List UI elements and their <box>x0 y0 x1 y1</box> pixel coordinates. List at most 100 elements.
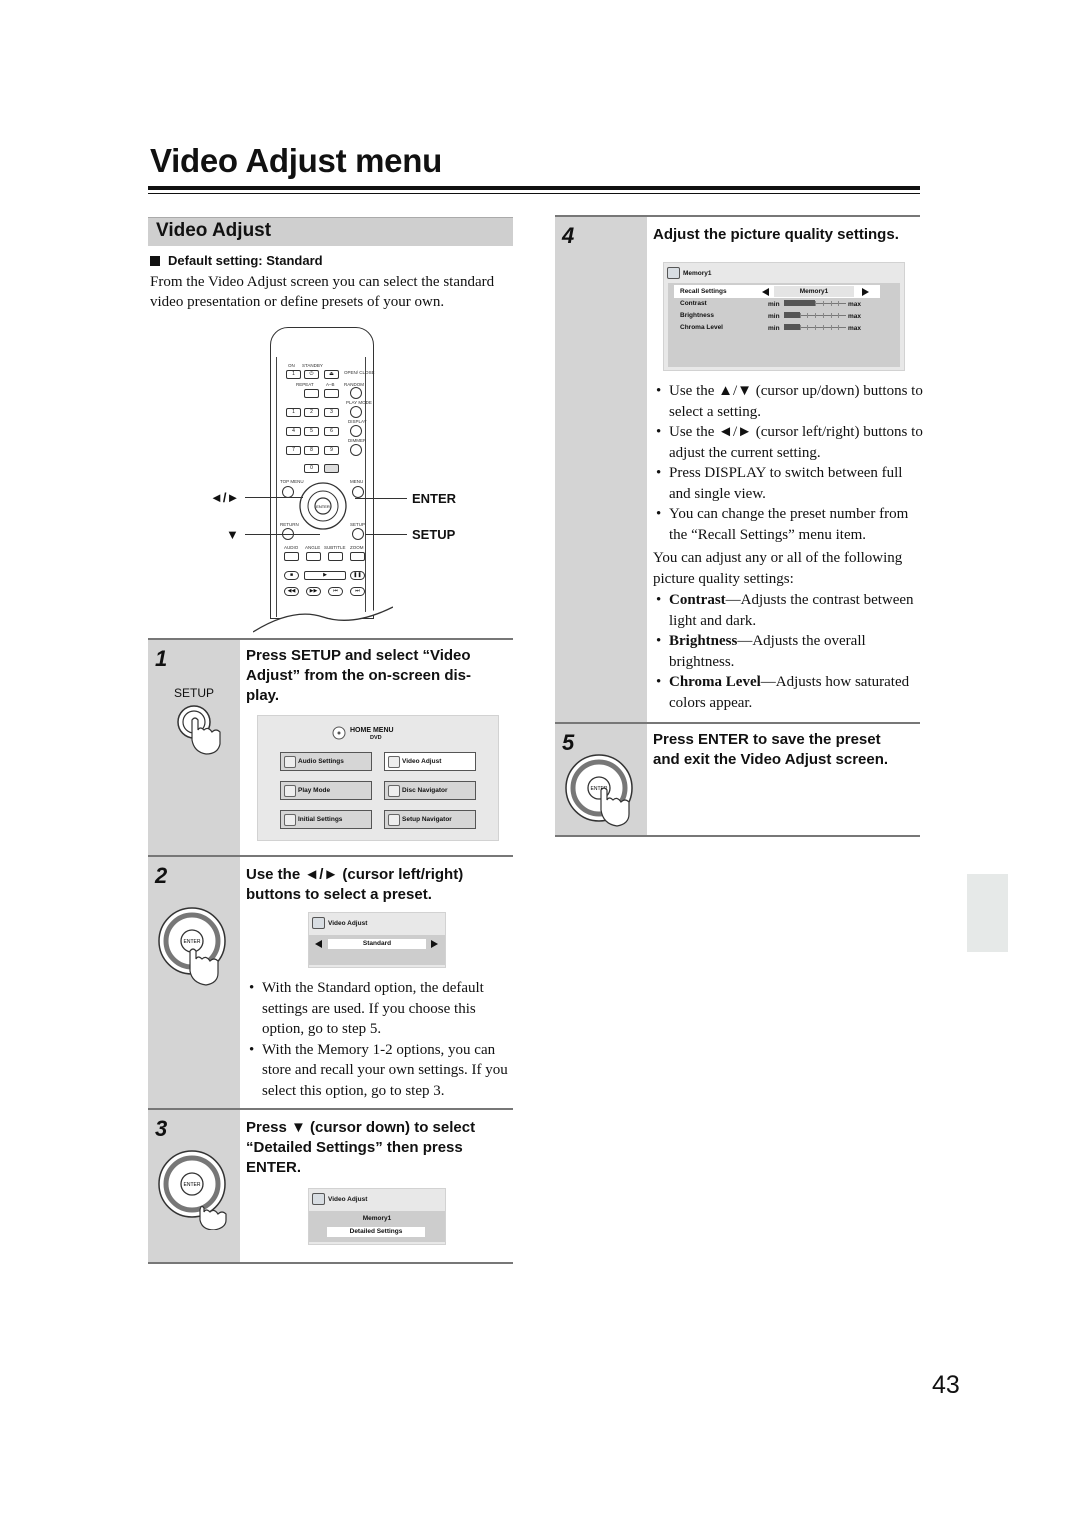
callout-line-setup <box>365 534 407 535</box>
menu-setup-navigator[interactable]: Setup Navigator <box>384 810 476 829</box>
definition-contrast: Contrast—Adjusts the contrast between li… <box>653 590 923 631</box>
remote-stop-button: ■ <box>284 571 299 580</box>
title-line: Press ▼ (cursor down) to select <box>246 1119 476 1136</box>
step-4-title: Adjust the picture quality settings. <box>653 226 899 243</box>
slider-tick <box>838 325 840 330</box>
step-3-title: Press ▼ (cursor down) to select “Detaile… <box>246 1118 511 1178</box>
home-menu-title: HOME MENU <box>350 727 394 734</box>
disc-icon <box>332 726 346 740</box>
remote-open-close-button: ⏏ <box>324 370 339 379</box>
title-line: Adjust” from the on-screen dis- <box>246 667 472 684</box>
tv-icon <box>312 1193 325 1205</box>
speaker-icon <box>284 756 296 768</box>
preset-value[interactable]: Standard <box>328 939 426 949</box>
title-line: Press ENTER to save the preset <box>653 731 881 748</box>
remote-digit-0: 0 <box>304 464 319 473</box>
step-3: 3 ENTER Press ▼ (cursor down) to select … <box>148 1108 513 1264</box>
remote-play-mode-button <box>350 406 362 418</box>
remote-digit-5: 5 <box>304 427 319 436</box>
remote-digit-2: 2 <box>304 408 319 417</box>
setup-button-label: SETUP <box>174 686 215 700</box>
remote-ab-button <box>324 389 339 398</box>
remote-label-return: RETURN <box>280 522 299 527</box>
callout-enter: ENTER <box>412 491 457 506</box>
max-label: max <box>848 313 862 320</box>
recall-settings-value: Memory1 <box>774 286 854 297</box>
remote-label-subtitle: SUBTITLE <box>324 545 346 550</box>
step-5-title: Press ENTER to save the preset and exit … <box>653 730 923 770</box>
menu-play-mode[interactable]: Play Mode <box>280 781 372 800</box>
step-number: 2 <box>155 863 168 888</box>
remote-standby-button: ⏻ <box>304 370 319 379</box>
menu-initial-settings[interactable]: Initial Settings <box>280 810 372 829</box>
remote-digit-6: 6 <box>324 427 339 436</box>
remote-label-display: DISPLAY <box>348 419 367 424</box>
step-number: 3 <box>155 1116 168 1141</box>
definition-chroma-level: Chroma Level—Adjusts how saturated color… <box>653 672 923 713</box>
brightness-slider[interactable] <box>784 312 846 318</box>
remote-random-button <box>350 387 362 399</box>
callout-line-left-right <box>245 497 303 498</box>
remote-label-open-close: OPEN/ CLOSE <box>344 370 375 375</box>
bullet-item: You can change the preset number from th… <box>653 504 923 545</box>
step-4: 4 Adjust the picture quality settings. M… <box>555 215 923 723</box>
remote-digit-4: 4 <box>286 427 301 436</box>
chroma-level-slider[interactable] <box>784 324 846 330</box>
bullet-item: Use the ▲/▼ (cursor up/down) buttons to … <box>653 381 923 422</box>
slider-tick <box>838 301 840 306</box>
page-number: 43 <box>932 1371 960 1399</box>
slider-tick <box>799 313 801 318</box>
step-4-bullets: Use the ▲/▼ (cursor up/down) buttons to … <box>653 381 923 545</box>
title-line: Press SETUP and select “Video <box>246 647 471 664</box>
slider-tick <box>807 313 809 318</box>
step-2: 2 ENTER Use the ◄/► (cursor left/right) … <box>148 855 513 1109</box>
setup-button-press-icon <box>177 705 221 755</box>
remote-forward-button: ▶▶ <box>306 587 321 596</box>
side-index-tab <box>967 874 1008 952</box>
slider-tick <box>815 313 816 318</box>
left-arrow-icon[interactable] <box>762 288 769 296</box>
remote-label-on: ON <box>288 363 295 368</box>
slider-tick <box>830 301 832 306</box>
svg-text:ENTER: ENTER <box>316 504 330 509</box>
osd-header: Memory1 <box>683 270 712 277</box>
remote-label-play-mode: PLAY MODE <box>346 400 372 405</box>
step-number-column <box>555 217 647 723</box>
remote-digit-7: 7 <box>286 446 301 455</box>
remote-setup-button <box>352 528 364 540</box>
left-arrow-icon[interactable] <box>315 940 322 948</box>
remote-control-illustration: ON STANDBY 1 ⏻ ⏏ OPEN/ CLOSE REPEAT A–B … <box>253 327 393 637</box>
osd-header: Video Adjust <box>328 1196 368 1203</box>
callout-left-right: ◄/► <box>210 490 240 505</box>
setting-label: Chroma Level <box>680 324 723 331</box>
slider-tick <box>815 301 816 306</box>
settings-icon <box>284 814 296 826</box>
osd-header: Video Adjust <box>328 920 368 927</box>
settings-definitions: Contrast—Adjusts the contrast between li… <box>653 590 923 713</box>
title-line: buttons to select a preset. <box>246 886 432 903</box>
bullet-item: With the Memory 1-2 options, you can sto… <box>246 1040 513 1102</box>
cursor-pad-down-icon: ENTER <box>158 1150 227 1230</box>
preset-value: Memory1 <box>362 1215 392 1222</box>
menu-video-adjust[interactable]: Video Adjust <box>384 752 476 771</box>
title-rule-thin <box>148 193 920 194</box>
menu-audio-settings[interactable]: Audio Settings <box>280 752 372 771</box>
right-arrow-icon[interactable] <box>431 940 438 948</box>
remote-digit-9: 9 <box>324 446 339 455</box>
menu-disc-navigator[interactable]: Disc Navigator <box>384 781 476 800</box>
remote-angle-button <box>306 552 321 561</box>
remote-digit-1: 1 <box>286 408 301 417</box>
memory-settings-osd: Memory1 Recall Settings Memory1 Contrast… <box>663 262 905 371</box>
remote-dimmer-button <box>350 444 362 456</box>
remote-audio-button <box>284 552 299 561</box>
section-heading-bar: Video Adjust <box>148 217 513 246</box>
remote-label-audio: AUDIO <box>284 545 299 550</box>
remote-menu-button <box>352 486 364 498</box>
max-label: max <box>848 301 862 308</box>
detailed-settings-item[interactable]: Detailed Settings <box>327 1227 425 1237</box>
right-arrow-icon[interactable] <box>862 288 869 296</box>
contrast-slider[interactable] <box>784 300 846 306</box>
remote-cursor-pad: ENTER <box>299 482 347 530</box>
slider-tick <box>822 313 824 318</box>
callout-setup: SETUP <box>412 527 456 542</box>
